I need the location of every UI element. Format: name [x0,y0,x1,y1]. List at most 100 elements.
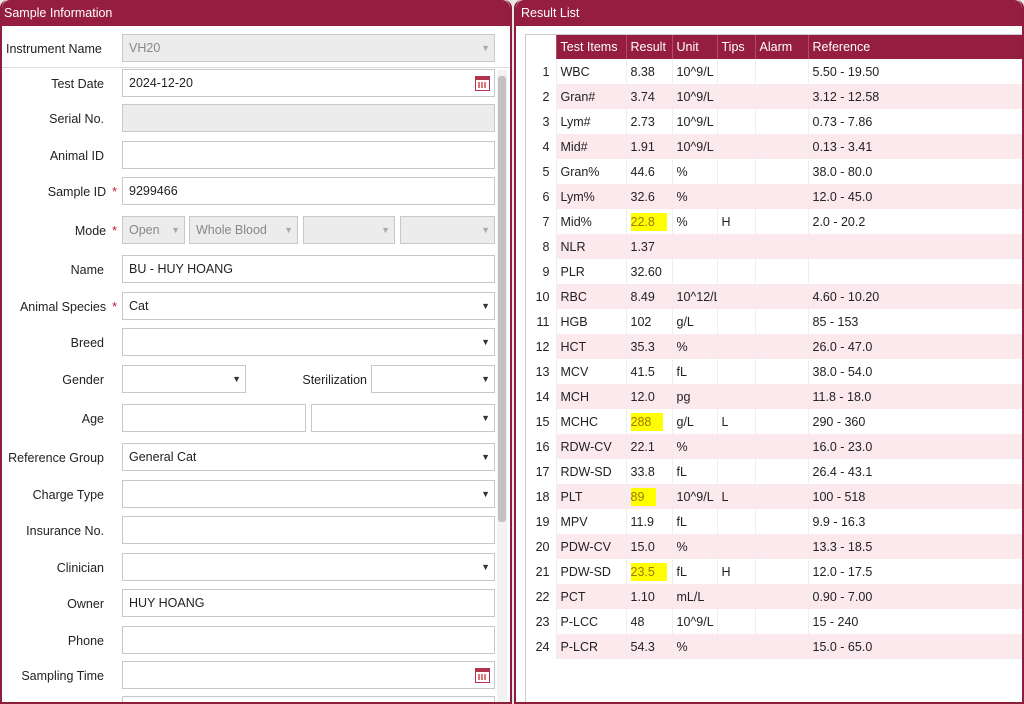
mode-option4-select[interactable]: ▼ [400,216,495,244]
scroll-thumb[interactable] [498,76,506,522]
test-date-field[interactable]: 2024-12-20 [122,69,495,97]
mode-option3-select[interactable]: ▼ [303,216,395,244]
phone-field[interactable] [122,626,495,654]
table-row[interactable]: 13 MCV 41.5 fL 38.0 - 54.0 [526,359,1022,384]
table-row[interactable]: 7 Mid% 22.8% H 2.0 - 20.2 [526,209,1022,234]
result-cell: 1.37 [625,234,672,259]
owner-row: Owner HUY HOANG [2,589,510,619]
mode-row: Mode * Open ▼ Whole Blood ▼ ▼ ▼ [2,216,510,246]
result-table-container: Test Items Result Unit Tips Alarm Refere… [525,34,1022,702]
reference-cell: 26.0 - 47.0 [807,334,1022,359]
unit-cell: fL [671,359,717,384]
row-index: 4 [526,134,556,159]
owner-field[interactable]: HUY HOANG [122,589,495,617]
serial-no-field[interactable] [122,104,495,132]
chevron-down-icon: ▼ [481,337,490,347]
unit-cell: % [671,634,717,659]
test-item-cell: P-LCC [555,609,626,634]
gender-select[interactable]: ▼ [122,365,246,393]
table-row[interactable]: 16 RDW-CV 22.1% 16.0 - 23.0 [526,434,1022,459]
result-cell: 12.0 [625,384,672,409]
reference-cell [807,259,1022,284]
instrument-name-select[interactable]: VH20 ▼ [122,34,495,62]
table-row[interactable]: 2 Gran# 3.74 10^9/L 3.12 - 12.58 [526,84,1022,109]
header-tips[interactable]: Tips [716,35,755,59]
result-cell: 41.5 [625,359,672,384]
header-unit[interactable]: Unit [671,35,717,59]
tips-cell [716,359,755,384]
form-scrollbar[interactable] [497,70,507,702]
age-field[interactable] [122,404,306,432]
insurance-no-field[interactable] [122,516,495,544]
alarm-cell [754,459,808,484]
next-date-field-partial[interactable] [122,696,495,702]
unit-cell: pg [671,384,717,409]
table-row[interactable]: 3 Lym# 2.73 10^9/L 0.73 - 7.86 [526,109,1022,134]
clinician-select[interactable]: ▼ [122,553,495,581]
table-row[interactable]: 17 RDW-SD 33.8 fL 26.4 - 43.1 [526,459,1022,484]
table-row[interactable]: 8 NLR 1.37 [526,234,1022,259]
header-test-items[interactable]: Test Items [555,35,626,59]
table-row[interactable]: 19 MPV 11.9 fL 9.9 - 16.3 [526,509,1022,534]
table-row[interactable]: 1 WBC 8.38 10^9/L 5.50 - 19.50 [526,59,1022,84]
reference-group-select[interactable]: General Cat ▼ [122,443,495,471]
unit-cell: g/L [671,409,717,434]
table-row[interactable]: 11 HGB 102 g/L 85 - 153 [526,309,1022,334]
tips-cell [716,159,755,184]
tips-cell [716,59,755,84]
table-row[interactable]: 4 Mid# 1.91 10^9/L 0.13 - 3.41 [526,134,1022,159]
mode-open-select[interactable]: Open ▼ [122,216,185,244]
test-item-cell: P-LCR [555,634,626,659]
tips-cell: H [716,209,755,234]
table-row[interactable]: 22 PCT 1.10 mL/L 0.90 - 7.00 [526,584,1022,609]
clinician-label: Clinician [56,561,104,575]
breed-row: Breed ▼ [2,328,510,358]
chevron-down-icon: ▼ [171,225,180,235]
result-cell: 8.49 [625,284,672,309]
table-row[interactable]: 12 HCT 35.3% 26.0 - 47.0 [526,334,1022,359]
name-field[interactable]: BU - HUY HOANG [122,255,495,283]
table-row[interactable]: 20 PDW-CV 15.0% 13.3 - 18.5 [526,534,1022,559]
table-row[interactable]: 23 P-LCC 48 10^9/L 15 - 240 [526,609,1022,634]
age-unit-select[interactable]: ▼ [311,404,495,432]
sterilization-select[interactable]: ▼ [371,365,495,393]
calendar-icon[interactable] [475,668,490,683]
table-row[interactable]: 15 MCHC 288 g/L L 290 - 360 [526,409,1022,434]
result-table: Test Items Result Unit Tips Alarm Refere… [526,35,1022,659]
table-row[interactable]: 10 RBC 8.49 10^12/L 4.60 - 10.20 [526,284,1022,309]
reference-cell: 15.0 - 65.0 [807,634,1022,659]
test-date-value: 2024-12-20 [129,76,193,90]
header-result[interactable]: Result [625,35,672,59]
row-index: 8 [526,234,556,259]
sampling-time-field[interactable] [122,661,495,689]
calendar-icon[interactable] [475,76,490,91]
charge-type-select[interactable]: ▼ [122,480,495,508]
sample-id-field[interactable]: 9299466 [122,177,495,205]
header-reference[interactable]: Reference [807,35,1022,59]
flagged-result: 89 [630,487,657,506]
reference-cell: 3.12 - 12.58 [807,84,1022,109]
tips-cell [716,584,755,609]
header-index [526,35,556,59]
table-row[interactable]: 14 MCH 12.0 pg 11.8 - 18.0 [526,384,1022,409]
row-index: 14 [526,384,556,409]
reference-group-row: Reference Group General Cat ▼ [2,443,510,473]
result-list-panel: Result List Test Items Result Unit Tips … [514,0,1024,704]
table-row[interactable]: 6 Lym% 32.6% 12.0 - 45.0 [526,184,1022,209]
table-row[interactable]: 24 P-LCR 54.3% 15.0 - 65.0 [526,634,1022,659]
test-item-cell: PDW-SD [555,559,626,584]
table-row[interactable]: 18 PLT 89 10^9/L L 100 - 518 [526,484,1022,509]
table-row[interactable]: 21 PDW-SD 23.5 fL H 12.0 - 17.5 [526,559,1022,584]
table-row[interactable]: 9 PLR 32.60 [526,259,1022,284]
animal-id-field[interactable] [122,141,495,169]
breed-select[interactable]: ▼ [122,328,495,356]
reference-cell: 290 - 360 [807,409,1022,434]
mode-sample-type-select[interactable]: Whole Blood ▼ [189,216,298,244]
reference-cell [807,234,1022,259]
test-item-cell: PLR [555,259,626,284]
unit-cell: g/L [671,309,717,334]
header-alarm[interactable]: Alarm [754,35,808,59]
table-row[interactable]: 5 Gran% 44.6% 38.0 - 80.0 [526,159,1022,184]
row-index: 16 [526,434,556,459]
animal-species-select[interactable]: Cat ▼ [122,292,495,320]
